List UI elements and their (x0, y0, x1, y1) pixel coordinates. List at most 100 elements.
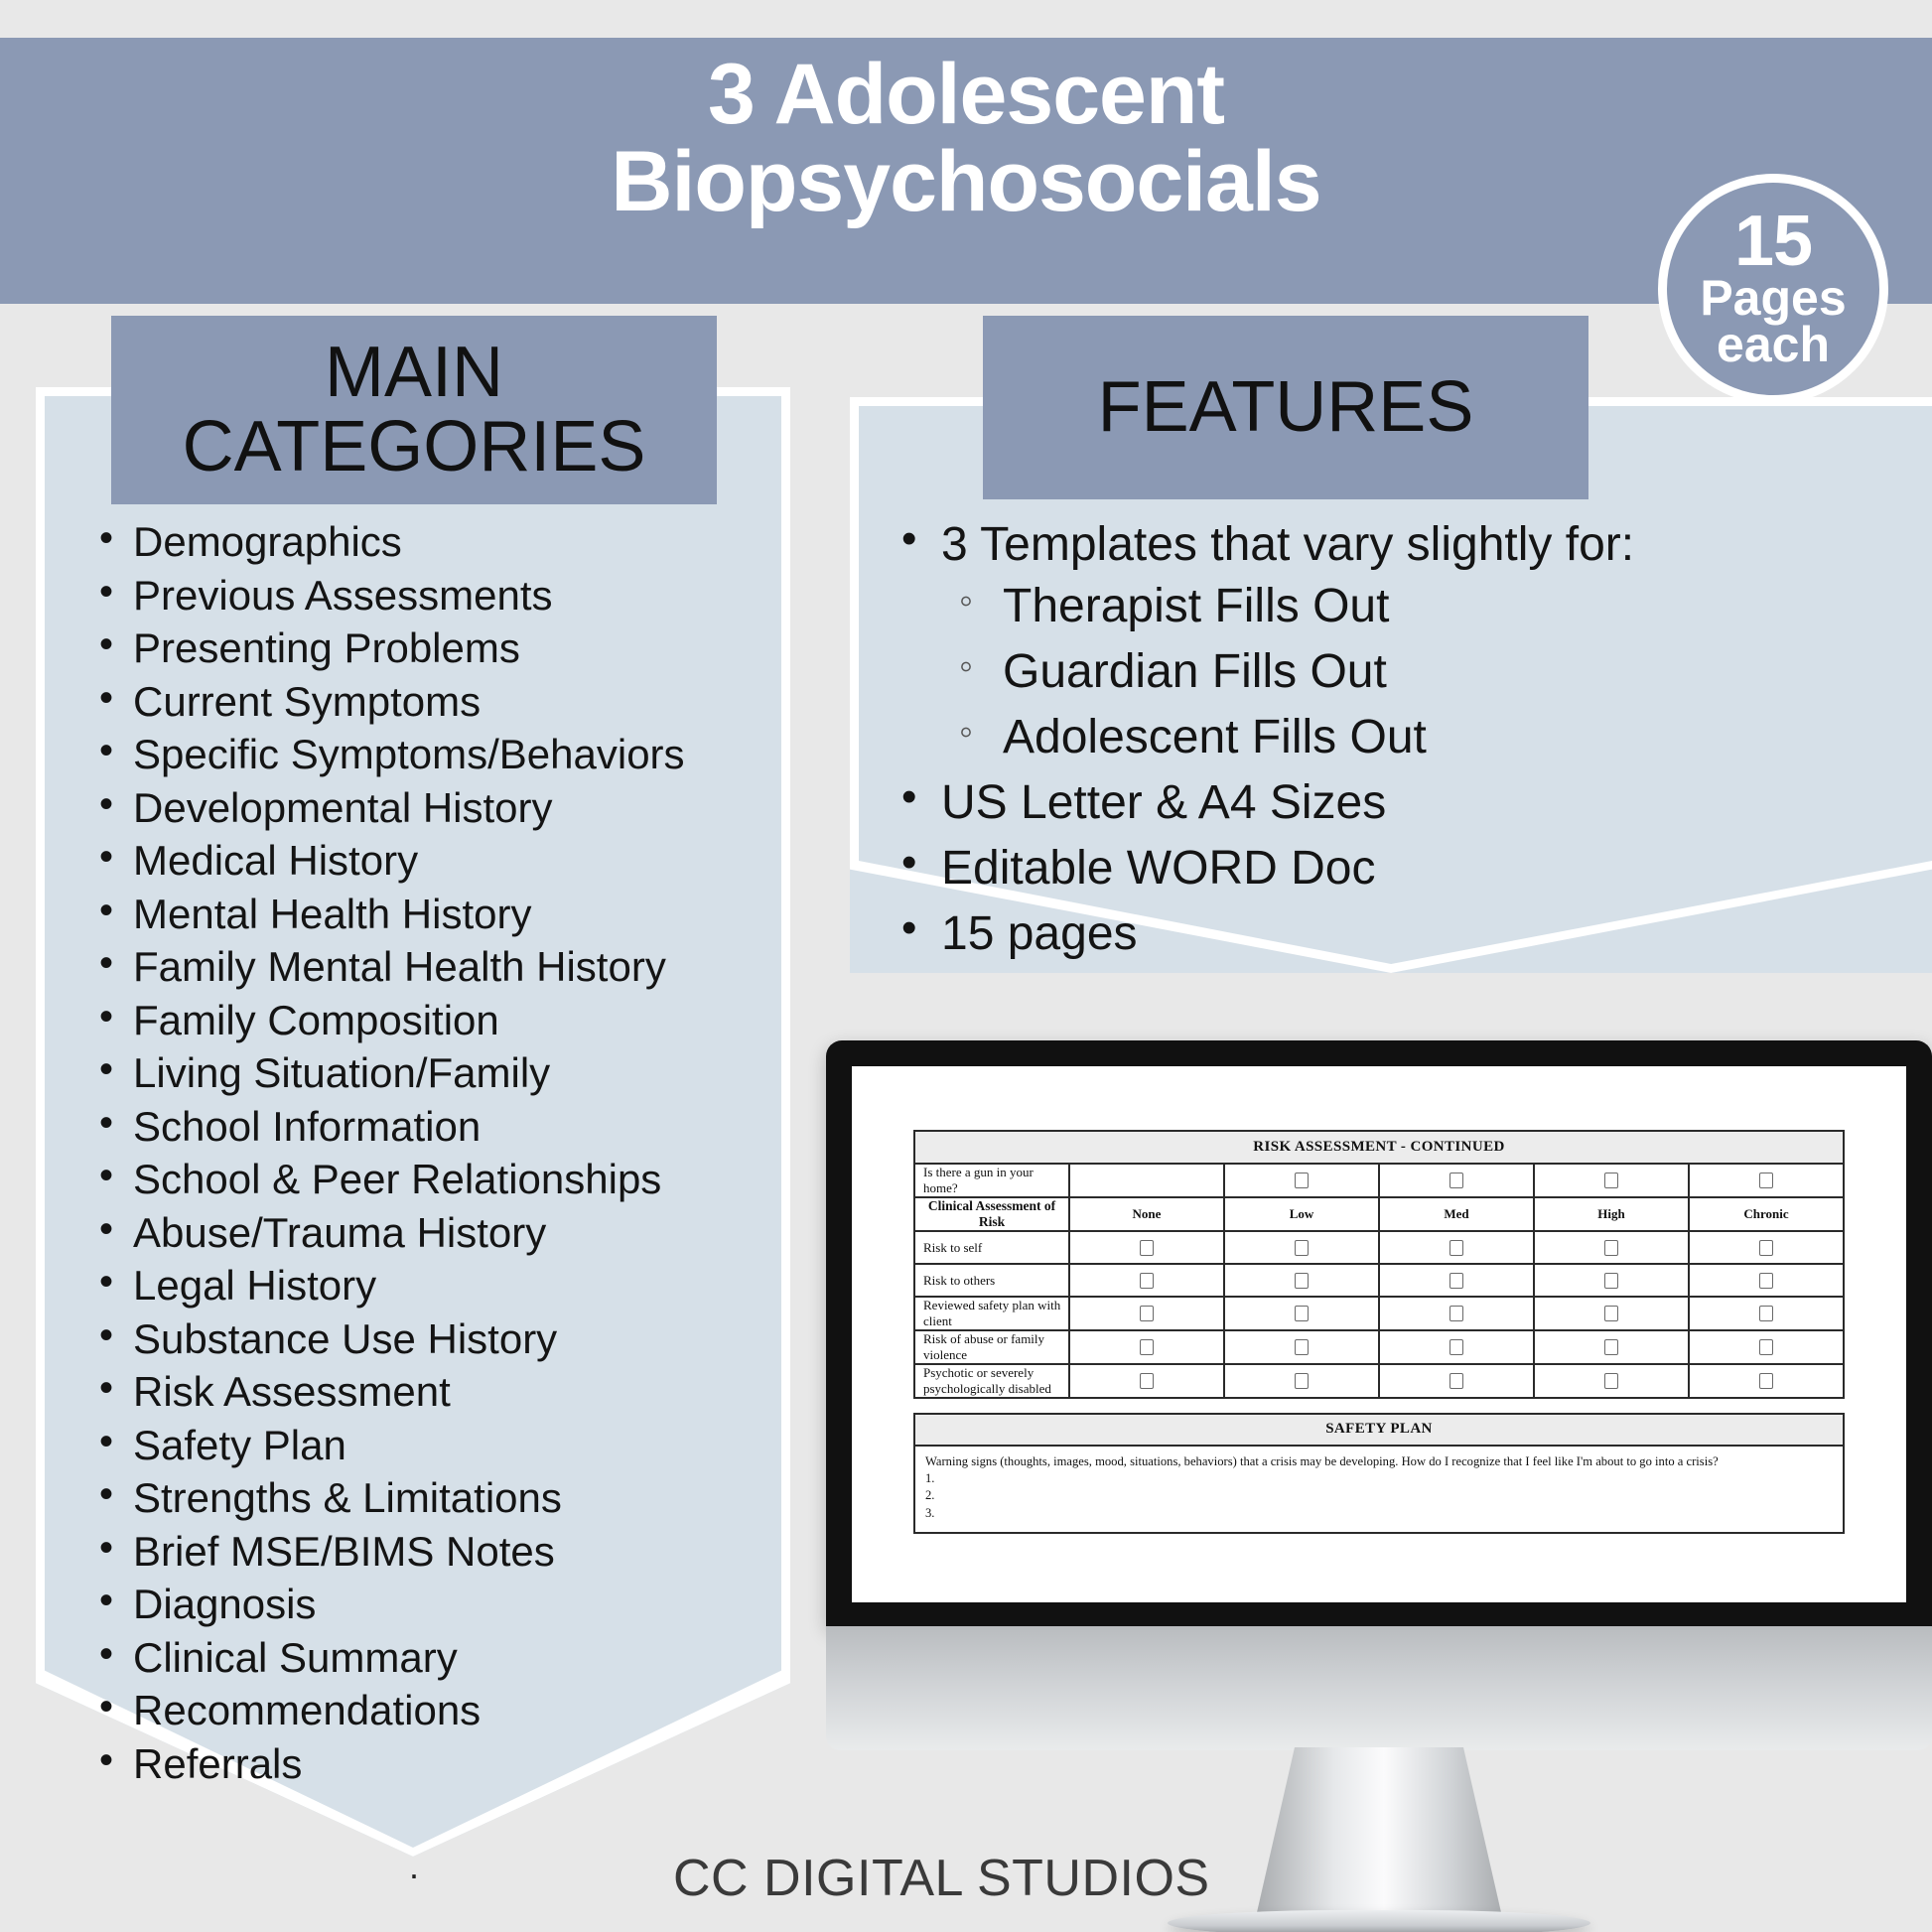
checkbox-icon[interactable] (1295, 1373, 1309, 1390)
checkbox-icon[interactable] (1140, 1339, 1154, 1356)
list-item: Family Composition (91, 997, 786, 1041)
checkbox-icon[interactable] (1295, 1306, 1309, 1322)
checkbox-cell[interactable] (1068, 1263, 1225, 1298)
checkbox-icon[interactable] (1140, 1306, 1154, 1322)
checkbox-icon[interactable] (1759, 1173, 1773, 1189)
safety-plan-title: SAFETY PLAN (915, 1415, 1843, 1447)
checkbox-cell[interactable] (1068, 1329, 1225, 1365)
checkbox-cell[interactable] (1533, 1296, 1690, 1331)
checkbox-icon[interactable] (1449, 1239, 1463, 1256)
list-item: Referrals (91, 1740, 786, 1785)
checkbox-icon[interactable] (1449, 1173, 1463, 1189)
checkbox-cell[interactable] (1533, 1363, 1690, 1399)
checkbox-cell[interactable] (1223, 1263, 1380, 1298)
checkbox-icon[interactable] (1449, 1272, 1463, 1289)
checkbox-icon[interactable] (1140, 1239, 1154, 1256)
checkbox-cell[interactable] (1068, 1363, 1225, 1399)
badge-line-2: each (1717, 316, 1830, 372)
column-header-low: Low (1223, 1196, 1380, 1232)
checkbox-cell[interactable] (1688, 1163, 1845, 1198)
checkbox-icon[interactable] (1295, 1239, 1309, 1256)
list-item: Brief MSE/BIMS Notes (91, 1528, 786, 1573)
checkbox-cell[interactable] (1533, 1263, 1690, 1298)
badge-line-1: Pages (1700, 269, 1847, 326)
checkbox-cell[interactable] (1223, 1163, 1380, 1198)
feature-sublist: Therapist Fills Out Guardian Fills Out A… (941, 581, 1906, 761)
safety-plan-body: Warning signs (thoughts, images, mood, s… (915, 1447, 1843, 1532)
checkbox-icon[interactable] (1449, 1339, 1463, 1356)
table-row: Risk of abuse or family violence (913, 1329, 1845, 1365)
checkbox-cell[interactable] (1378, 1296, 1535, 1331)
checkbox-icon[interactable] (1604, 1306, 1618, 1322)
feature-label: 3 Templates that vary slightly for: (941, 518, 1635, 571)
row-label: Reviewed safety plan with client (913, 1296, 1070, 1331)
checkbox-icon[interactable] (1295, 1272, 1309, 1289)
list-item: Presenting Problems (91, 624, 786, 669)
column-header-none: None (1068, 1196, 1225, 1232)
checkbox-icon[interactable] (1140, 1272, 1154, 1289)
list-item: Legal History (91, 1262, 786, 1307)
checkbox-cell[interactable] (1688, 1230, 1845, 1265)
checkbox-icon[interactable] (1759, 1339, 1773, 1356)
checkbox-cell[interactable] (1688, 1363, 1845, 1399)
checkbox-cell[interactable] (1688, 1329, 1845, 1365)
checkbox-icon[interactable] (1604, 1373, 1618, 1390)
table-row: Risk to others (913, 1263, 1845, 1298)
monitor-mockup: RISK ASSESSMENT - CONTINUED Is there a g… (826, 1040, 1932, 1932)
checkbox-icon[interactable] (1140, 1373, 1154, 1390)
monitor-base (1168, 1910, 1590, 1932)
list-item: Adolescent Fills Out (941, 712, 1906, 761)
checkbox-icon[interactable] (1295, 1339, 1309, 1356)
checkbox-cell[interactable] (1378, 1329, 1535, 1365)
checkbox-icon[interactable] (1759, 1306, 1773, 1322)
checkbox-cell[interactable] (1378, 1163, 1535, 1198)
checkbox-cell[interactable] (1068, 1230, 1225, 1265)
checkbox-cell[interactable] (1378, 1363, 1535, 1399)
checkbox-icon[interactable] (1295, 1173, 1309, 1189)
list-item: US Letter & A4 Sizes (894, 775, 1906, 827)
main-categories-heading: MAIN CATEGORIES (111, 316, 717, 504)
checkbox-cell[interactable] (1068, 1296, 1225, 1331)
risk-assessment-table: RISK ASSESSMENT - CONTINUED Is there a g… (913, 1130, 1845, 1399)
list-item: Recommendations (91, 1687, 786, 1731)
checkbox-icon[interactable] (1759, 1239, 1773, 1256)
list-item: Specific Symptoms/Behaviors (91, 731, 786, 775)
checkbox-cell[interactable] (1533, 1329, 1690, 1365)
list-item: 3 Templates that vary slightly for: Ther… (894, 517, 1906, 761)
row-label: Psychotic or severely psychologically di… (913, 1363, 1070, 1399)
checkbox-cell[interactable] (1378, 1230, 1535, 1265)
row-label: Risk of abuse or family violence (913, 1329, 1070, 1365)
checkbox-cell[interactable] (1688, 1263, 1845, 1298)
list-item: Previous Assessments (91, 572, 786, 617)
checkbox-cell[interactable] (1533, 1230, 1690, 1265)
checkbox-icon[interactable] (1604, 1173, 1618, 1189)
checkbox-cell[interactable] (1378, 1263, 1535, 1298)
gun-question: Is there a gun in your home? (913, 1163, 1070, 1198)
list-item: Therapist Fills Out (941, 581, 1906, 630)
checkbox-cell[interactable] (1223, 1296, 1380, 1331)
checkbox-icon[interactable] (1759, 1272, 1773, 1289)
list-item: Developmental History (91, 784, 786, 829)
main-categories-list: Demographics Previous Assessments Presen… (91, 518, 786, 1796)
checkbox-cell[interactable] (1223, 1230, 1380, 1265)
checkbox-cell[interactable] (1533, 1163, 1690, 1198)
column-header-chronic: Chronic (1688, 1196, 1845, 1232)
checkbox-icon[interactable] (1759, 1373, 1773, 1390)
checkbox-icon[interactable] (1604, 1272, 1618, 1289)
checkbox-icon[interactable] (1604, 1239, 1618, 1256)
list-item: 15 pages (894, 906, 1906, 958)
checkbox-cell[interactable] (1223, 1329, 1380, 1365)
clinical-assessment-label: Clinical Assessment of Risk (913, 1196, 1070, 1232)
brand-footer: CC DIGITAL STUDIOS (673, 1850, 1210, 1907)
checkbox-cell[interactable] (1068, 1163, 1225, 1198)
checkbox-cell[interactable] (1688, 1296, 1845, 1331)
checkbox-icon[interactable] (1604, 1339, 1618, 1356)
checkbox-icon[interactable] (1449, 1306, 1463, 1322)
table-header-row: Clinical Assessment of Risk None Low Med… (913, 1196, 1845, 1232)
checkbox-icon[interactable] (1449, 1373, 1463, 1390)
table-row: Psychotic or severely psychologically di… (913, 1363, 1845, 1399)
safety-plan-section: SAFETY PLAN Warning signs (thoughts, ima… (913, 1413, 1845, 1535)
list-item: Current Symptoms (91, 678, 786, 723)
listing-graphic: 3 Adolescent Biopsychosocials 15 Pages e… (0, 0, 1932, 1932)
checkbox-cell[interactable] (1223, 1363, 1380, 1399)
